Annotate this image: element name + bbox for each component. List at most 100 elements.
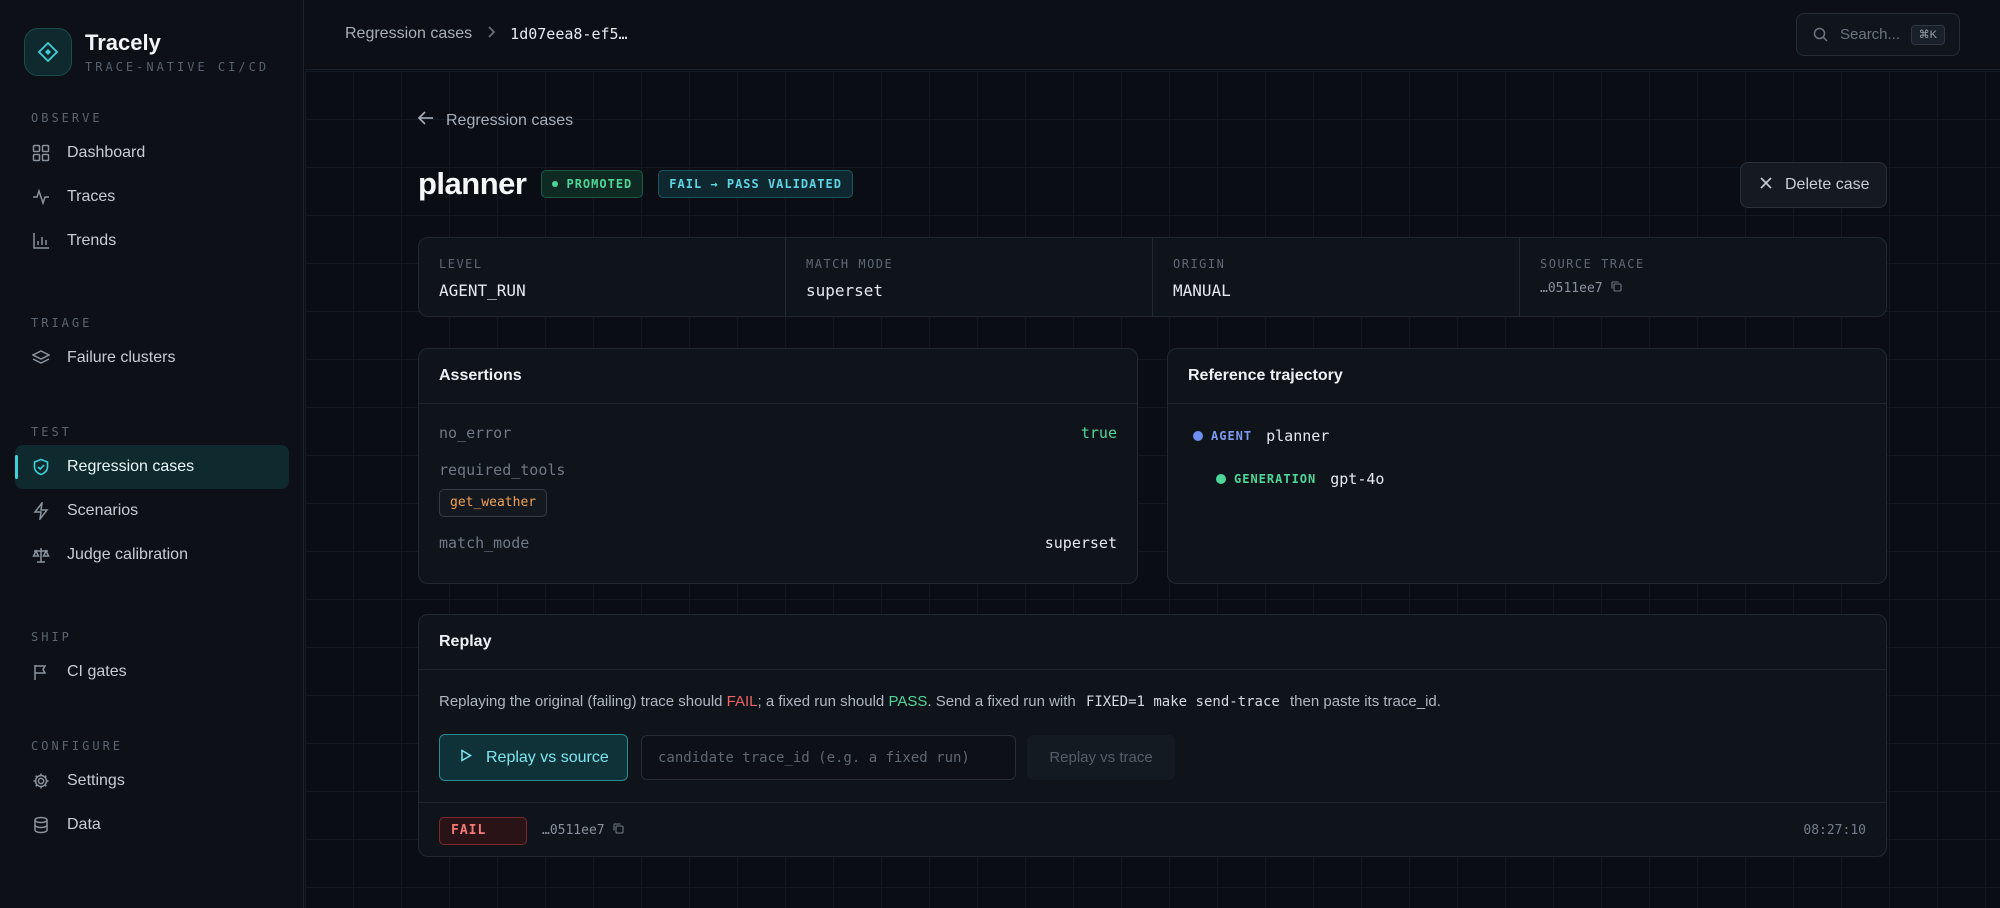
reference-trajectory-card: Reference trajectory AGENT planner GENER… [1167, 348, 1887, 584]
sidebar-item-traces[interactable]: Traces [15, 175, 289, 219]
sidebar-item-label: Failure clusters [67, 349, 176, 366]
copy-icon[interactable] [613, 823, 624, 838]
result-trace-link[interactable]: …0511ee7 [542, 823, 624, 838]
assertion-value: superset [1044, 534, 1117, 552]
sidebar-item-settings[interactable]: Settings [15, 759, 289, 803]
sidebar-item-label: Dashboard [67, 144, 146, 161]
replay-card: Replay Replaying the original (failing) … [418, 614, 1887, 857]
sidebar-item-failure-clusters[interactable]: Failure clusters [15, 336, 289, 380]
assertion-row-no-error: no_error true [419, 424, 1137, 442]
nav-group-title: TEST [31, 425, 72, 439]
step-name: planner [1266, 427, 1330, 445]
sidebar-item-label: Traces [67, 188, 116, 205]
replay-vs-source-button[interactable]: Replay vs source [439, 734, 628, 781]
search-shortcut: ⌘K [1910, 25, 1945, 45]
brand-name: Tracely [85, 30, 161, 55]
tool-chip: get_weather [439, 489, 548, 517]
brand[interactable]: Tracely TRACE-NATIVE CI/CD [24, 28, 269, 76]
brand-tagline: TRACE-NATIVE CI/CD [85, 60, 270, 74]
assertion-row-required-tools: required_tools [419, 461, 1137, 479]
sidebar-item-dashboard[interactable]: Dashboard [15, 131, 289, 175]
bar-chart-icon [31, 231, 51, 251]
search-icon [1813, 27, 1828, 42]
result-status-badge: FAIL [439, 817, 527, 845]
sidebar-item-ci-gates[interactable]: CI gates [15, 650, 289, 694]
chevron-right-icon [486, 25, 496, 43]
card-title: Reference trajectory [1168, 349, 1886, 404]
source-trace-link[interactable]: …0511ee7 [1540, 281, 1866, 296]
flag-icon [31, 662, 51, 682]
button-label: Replay vs source [486, 748, 609, 766]
nav-group-triage: TRIAGE Failure clusters [0, 316, 304, 380]
breadcrumb: Regression cases 1d07eea8-ef5… [345, 25, 628, 43]
instructions-text: then paste its trace_id. [1285, 693, 1441, 710]
meta-value: superset [806, 281, 884, 300]
sidebar: Tracely TRACE-NATIVE CI/CD OBSERVE Dashb… [0, 0, 304, 908]
card-title: Assertions [419, 349, 1137, 404]
delete-case-button[interactable]: Delete case [1740, 162, 1887, 208]
delete-case-label: Delete case [1785, 176, 1870, 193]
close-icon [1759, 176, 1773, 195]
replay-vs-trace-button[interactable]: Replay vs trace [1027, 735, 1175, 780]
meta-value: …0511ee7 [1540, 281, 1603, 296]
meta-origin: ORIGIN MANUAL [1153, 238, 1520, 316]
sidebar-item-trends[interactable]: Trends [15, 219, 289, 263]
back-link[interactable]: Regression cases [417, 111, 573, 130]
badge-label: PROMOTED [566, 177, 633, 191]
status-dot [552, 181, 559, 187]
assertion-key: match_mode [439, 534, 530, 552]
title-row: planner PROMOTED FAIL → PASS VALIDATED [418, 166, 853, 202]
instructions-text: . Send a fixed run with [927, 693, 1080, 710]
nav-group-title: OBSERVE [31, 111, 103, 125]
play-icon [460, 748, 472, 767]
assertion-key: required_tools [439, 461, 566, 479]
arrow-left-icon [417, 111, 434, 130]
sidebar-item-label: CI gates [67, 663, 127, 680]
sidebar-item-data[interactable]: Data [15, 803, 289, 847]
logo-diamond-icon [24, 28, 72, 76]
meta-label: MATCH MODE [806, 257, 894, 271]
grid-icon [31, 143, 51, 163]
status-badge-promoted: PROMOTED [541, 170, 644, 198]
meta-label: ORIGIN [1173, 257, 1226, 271]
fail-word: FAIL [726, 693, 758, 710]
sidebar-item-judge-calibration[interactable]: Judge calibration [15, 533, 289, 577]
instructions-text: ; a fixed run should [757, 693, 889, 710]
gear-icon [31, 771, 51, 791]
main-content: Regression cases planner PROMOTED FAIL →… [305, 71, 2000, 908]
breadcrumb-current: 1d07eea8-ef5… [510, 25, 628, 43]
sidebar-item-label: Judge calibration [67, 546, 188, 563]
meta-label: LEVEL [439, 257, 483, 271]
sidebar-item-scenarios[interactable]: Scenarios [15, 489, 289, 533]
replay-instructions: Replaying the original (failing) trace s… [439, 693, 1441, 710]
breadcrumb-parent[interactable]: Regression cases [345, 25, 472, 43]
trajectory-step-generation[interactable]: GENERATION gpt-4o [1216, 470, 1384, 488]
candidate-trace-id-input[interactable] [641, 735, 1016, 780]
case-meta: LEVEL AGENT_RUN MATCH MODE superset ORIG… [418, 237, 1887, 317]
meta-level: LEVEL AGENT_RUN [419, 238, 786, 316]
trajectory-step-agent[interactable]: AGENT planner [1193, 427, 1329, 445]
nav-group-title: TRIAGE [31, 316, 93, 330]
meta-match-mode: MATCH MODE superset [786, 238, 1153, 316]
sidebar-item-label: Data [67, 816, 101, 833]
card-title: Replay [419, 615, 1886, 670]
nav-group-test: TEST Regression cases Scenarios Judge ca… [0, 425, 304, 577]
generation-dot [1216, 474, 1226, 484]
nav-group-ship: SHIP CI gates [0, 630, 304, 694]
nav-group-configure: CONFIGURE Settings Data [0, 739, 304, 847]
lightning-icon [31, 501, 51, 521]
step-name: gpt-4o [1330, 470, 1385, 488]
status-badge-validated: FAIL → PASS VALIDATED [658, 170, 853, 198]
result-trace-id: …0511ee7 [542, 823, 605, 838]
assertion-row-match-mode: match_mode superset [419, 534, 1137, 552]
assertion-key: no_error [439, 424, 512, 442]
meta-source-trace: SOURCE TRACE …0511ee7 [1520, 238, 1886, 316]
sidebar-item-regression-cases[interactable]: Regression cases [15, 445, 289, 489]
search-placeholder: Search... [1840, 26, 1901, 43]
pulse-icon [31, 187, 51, 207]
search-input[interactable]: Search... ⌘K [1796, 13, 1960, 56]
assertion-tools: get_weather [419, 489, 1137, 517]
page-title: planner [418, 166, 527, 201]
result-timestamp: 08:27:10 [1803, 823, 1866, 838]
copy-icon[interactable] [1611, 281, 1622, 296]
